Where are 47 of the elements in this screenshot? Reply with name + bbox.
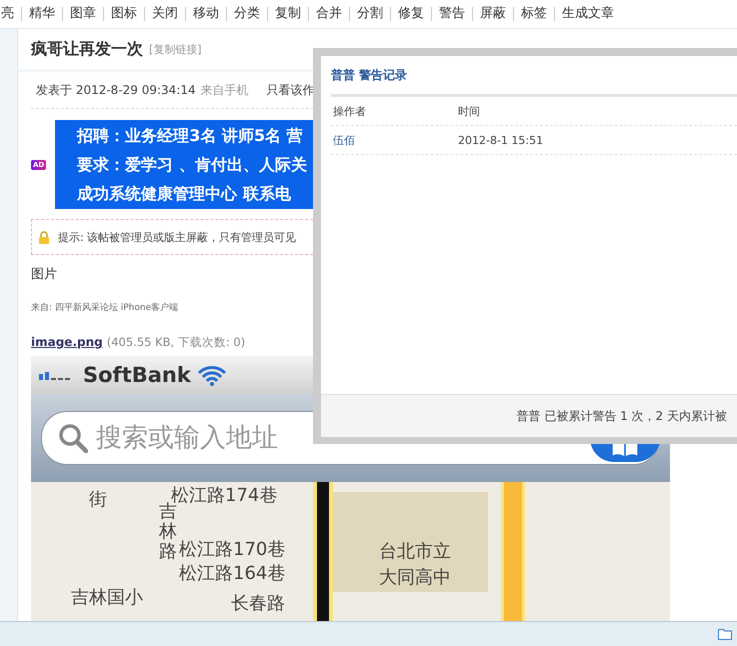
toolbar-link[interactable]: 亮 xyxy=(0,7,21,21)
post-from: 来自: 四平新风采论坛 iPhone客户端 xyxy=(31,302,180,314)
ad-banner[interactable]: 招聘：业务经理3名 讲师5名 营 要求：爱学习 、肯付出、人际关 成功系统健康管理中心 联系电 xyxy=(55,120,314,209)
post-body: 图片 xyxy=(31,266,58,283)
toolbar-link[interactable]: 图标 xyxy=(103,7,144,21)
map-label: 长春路 xyxy=(231,592,285,616)
toolbar-link[interactable]: 分类 xyxy=(226,7,267,21)
map-label: 台北市立 xyxy=(379,540,451,564)
toolbar-link[interactable]: 标签 xyxy=(513,7,554,21)
toolbar-link[interactable]: 生成文章 xyxy=(554,7,621,21)
carrier-name: SoftBank xyxy=(83,363,191,387)
map-label: 松江路170巷 xyxy=(179,538,286,562)
attachment-link[interactable]: image.png xyxy=(31,335,103,349)
wifi-icon xyxy=(196,364,227,386)
lock-icon xyxy=(38,230,50,244)
map-label: 大同高中 xyxy=(379,566,451,590)
map-label: 松江路164巷 xyxy=(179,562,286,586)
address-input[interactable]: 搜索或输入地址 xyxy=(94,422,578,454)
toolbar-link[interactable]: 分割 xyxy=(349,7,390,21)
toolbar-link[interactable]: 修复 xyxy=(390,7,431,21)
ad-text: 招聘：业务经理3名 讲师5名 营 xyxy=(77,125,304,147)
toolbar-link[interactable]: 图章 xyxy=(62,7,103,21)
operator-link[interactable]: 伍佰 xyxy=(333,132,458,148)
toolbar-link[interactable]: 移动 xyxy=(185,7,226,21)
post-source: 来自手机 xyxy=(200,82,249,98)
column-header: 操作者 xyxy=(333,104,367,118)
ad-text: 要求：爱学习 、肯付出、人际关 xyxy=(77,154,308,176)
author-only-link[interactable]: 只看该作 xyxy=(266,82,314,98)
column-header: 时间 xyxy=(458,104,481,118)
table-cell-text: 2012-8-1 15:51 xyxy=(458,134,544,146)
toolbar-link[interactable]: 精华 xyxy=(21,7,62,21)
warning-summary: 普普 已被累计警告 1 次，2 天内累计被 xyxy=(516,408,727,424)
toolbar-link[interactable]: 屏蔽 xyxy=(472,7,513,21)
map-label: 吉林国小 xyxy=(71,586,143,610)
dialog-title: 普普 警告记录 xyxy=(331,56,737,97)
toolbar-link[interactable]: 复制 xyxy=(267,7,308,21)
post-title: 疯哥让再发一次 xyxy=(31,38,143,60)
attachment-info: (405.55 KB, 下载次数: 0) xyxy=(106,335,246,350)
search-icon xyxy=(58,423,88,453)
folder-icon xyxy=(718,628,732,640)
toolbar-link[interactable]: 警告 xyxy=(431,7,472,21)
map-label: 街 xyxy=(89,488,107,512)
notice-text: 提示: 该帖被管理员或版主屏蔽，只有管理员可见 xyxy=(58,230,296,244)
ad-text: 成功系统健康管理中心 联系电 xyxy=(77,183,292,205)
post-date: 发表于 2012-8-29 09:34:14 xyxy=(36,82,196,98)
toolbar-link[interactable]: 合并 xyxy=(308,7,349,21)
toolbar-link[interactable]: 关闭 xyxy=(144,7,185,21)
